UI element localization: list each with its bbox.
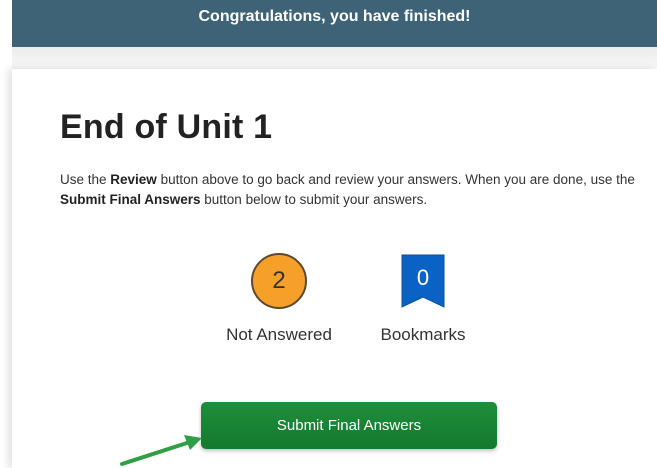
not-answered-label: Not Answered xyxy=(226,325,332,344)
finished-banner: Congratulations, you have finished! xyxy=(12,0,657,47)
banner-text: Congratulations, you have finished! xyxy=(198,8,471,25)
page-title: End of Unit 1 xyxy=(60,108,273,146)
not-answered-stat[interactable]: 2 Not Answered xyxy=(212,253,346,345)
green-arrow-icon xyxy=(120,435,202,466)
not-answered-count: 2 xyxy=(272,267,286,294)
exam-finish-screen: Congratulations, you have finished! End … xyxy=(0,0,657,468)
submit-keyword: Submit Final Answers xyxy=(60,192,201,207)
submit-final-answers-button[interactable]: Submit Final Answers xyxy=(201,402,497,449)
bookmark-icon[interactable]: 0 xyxy=(400,253,446,309)
instructions-part-1: Use the xyxy=(60,172,111,187)
banner-divider xyxy=(12,47,657,70)
instructions-part-2: button above to go back and review your … xyxy=(156,172,635,187)
bookmarks-label: Bookmarks xyxy=(380,325,466,344)
instructions-part-3: button below to submit your answers. xyxy=(200,192,428,207)
instructions-text: Use the Review button above to go back a… xyxy=(60,170,640,210)
bookmarks-count: 0 xyxy=(416,265,430,290)
review-keyword: Review xyxy=(110,172,157,187)
bookmarks-stat[interactable]: 0 Bookmarks xyxy=(372,253,474,345)
not-answered-badge[interactable]: 2 xyxy=(251,253,307,309)
